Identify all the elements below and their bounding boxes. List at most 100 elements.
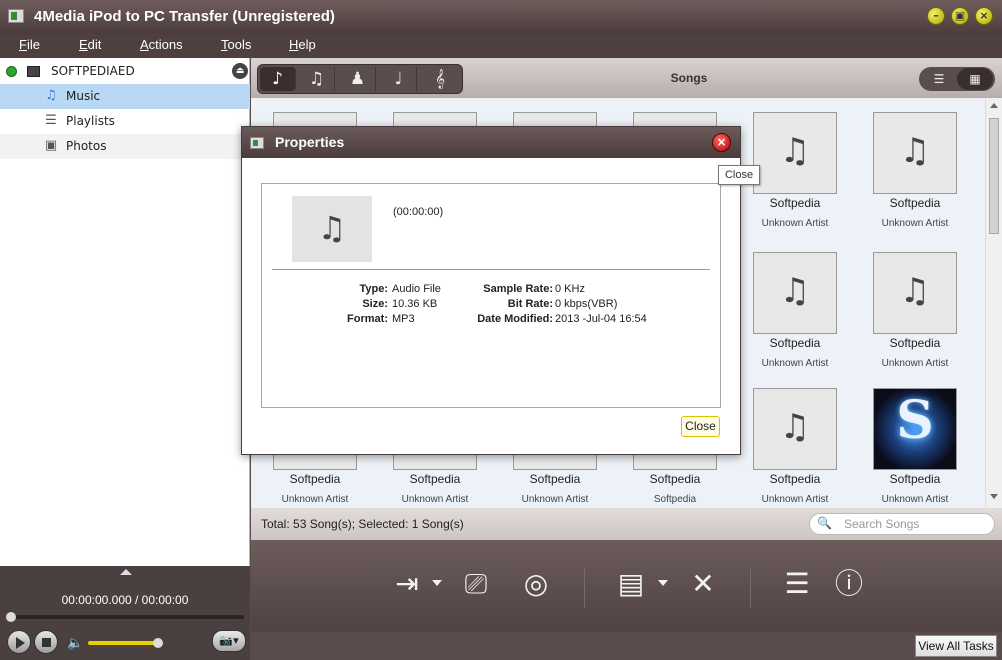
- title-bar: 4Media iPod to PC Transfer (Unregistered…: [0, 0, 1002, 34]
- app-icon: [8, 9, 24, 23]
- sidebar-item-label: Music: [66, 89, 101, 103]
- add-to-playlist-icon[interactable]: ☰: [777, 564, 817, 604]
- song-artwork: S: [873, 388, 957, 470]
- search-input[interactable]: [844, 516, 984, 532]
- sidebar-item-label: Playlists: [66, 114, 115, 128]
- music-note-icon: ♫: [899, 131, 931, 171]
- song-artist: Unknown Artist: [761, 218, 829, 229]
- sidebar-item-music[interactable]: ♫ Music: [0, 84, 250, 109]
- stop-button[interactable]: [34, 630, 58, 654]
- scroll-down-icon[interactable]: [990, 494, 998, 499]
- prop-size-label: Size:: [362, 298, 388, 310]
- music-note-icon: ♫: [899, 271, 931, 311]
- song-info-icon[interactable]: ⓘ: [829, 564, 869, 604]
- minimize-button[interactable]: –: [927, 7, 945, 25]
- song-title: Softpedia: [889, 472, 941, 486]
- status-text: Total: 53 Song(s); Selected: 1 Song(s): [261, 517, 464, 531]
- song-artist: Unknown Artist: [881, 358, 949, 369]
- export-to-pc-icon[interactable]: ⇥: [387, 564, 427, 604]
- device-name: SOFTPEDIAED: [51, 64, 135, 78]
- song-title: Softpedia: [769, 196, 821, 210]
- camera-icon: 📷▾: [219, 634, 239, 647]
- song-tile[interactable]: ♫ Softpedia Unknown Artist: [855, 98, 975, 238]
- song-artist: Unknown Artist: [881, 218, 949, 229]
- add-dropdown-arrow[interactable]: [658, 580, 668, 586]
- snapshot-button[interactable]: 📷▾: [212, 630, 246, 652]
- song-artist: Softpedia: [653, 494, 697, 505]
- export-dropdown-arrow[interactable]: [432, 580, 442, 586]
- song-artwork: ♫: [753, 388, 837, 470]
- export-to-device-icon[interactable]: ⎚: [456, 564, 496, 604]
- device-status-icon: [6, 66, 17, 77]
- song-title: Softpedia: [289, 472, 341, 486]
- maximize-button[interactable]: ▣: [951, 7, 969, 25]
- device-tree: SOFTPEDIAED ⏏ ♫ Music ☰ Playlists ▣ Phot…: [0, 58, 250, 566]
- menu-edit[interactable]: Edit: [79, 37, 101, 52]
- grid-view-icon[interactable]: ▦: [957, 68, 993, 90]
- sidebar-item-photos[interactable]: ▣ Photos: [0, 134, 250, 159]
- sidebar-item-playlists[interactable]: ☰ Playlists: [0, 109, 250, 134]
- vertical-scrollbar[interactable]: [985, 98, 1002, 508]
- view-all-tasks-button[interactable]: View All Tasks: [915, 635, 997, 657]
- tree-device[interactable]: SOFTPEDIAED ⏏: [0, 59, 250, 84]
- music-note-icon: ♫: [779, 131, 811, 171]
- volume-handle[interactable]: [153, 638, 164, 648]
- playlist-icon: ☰: [45, 113, 57, 128]
- song-tile[interactable]: ♫ Softpedia Unknown Artist: [855, 238, 975, 378]
- volume-slider[interactable]: [88, 638, 164, 648]
- dialog-title-bar: Properties ×: [242, 127, 740, 158]
- classical-category-icon[interactable]: 𝄞: [422, 67, 458, 91]
- toolbar-divider: [584, 568, 585, 608]
- menu-help[interactable]: Help: [289, 37, 316, 52]
- menu-file[interactable]: File: [19, 37, 40, 52]
- prop-bit-rate-value: 0 kbps(VBR): [555, 298, 618, 310]
- volume-fill: [88, 641, 159, 645]
- video-category-icon[interactable]: ♫: [299, 67, 335, 91]
- rock-category-icon[interactable]: ♩: [381, 67, 417, 91]
- delete-icon[interactable]: ✕: [683, 564, 723, 604]
- song-artist: Unknown Artist: [401, 494, 469, 505]
- menu-tools[interactable]: Tools: [221, 37, 251, 52]
- close-window-button[interactable]: ×: [975, 7, 993, 25]
- song-artwork: ♫: [753, 112, 837, 194]
- prop-date-modified-label: Date Modified:: [477, 313, 553, 325]
- song-tile[interactable]: S Softpedia Unknown Artist: [855, 374, 975, 508]
- list-view-icon[interactable]: ☰: [921, 68, 957, 90]
- properties-dialog: Properties × ♫ (00:00:00) Type: Audio Fi…: [241, 126, 741, 455]
- menu-bar: File Edit Actions Tools Help: [0, 34, 1002, 58]
- seek-slider[interactable]: [6, 612, 244, 622]
- dialog-close-icon[interactable]: ×: [712, 133, 731, 152]
- search-box: 🔍: [809, 513, 995, 535]
- menu-actions[interactable]: Actions: [140, 37, 183, 52]
- prop-sample-rate-label: Sample Rate:: [483, 283, 553, 295]
- song-tile[interactable]: ♫ Softpedia Unknown Artist: [735, 238, 855, 378]
- podcast-category-icon[interactable]: ♟: [340, 67, 376, 91]
- add-file-icon[interactable]: ▤: [611, 564, 651, 604]
- add-to-itunes-icon[interactable]: ◎: [516, 564, 556, 604]
- scroll-up-icon[interactable]: [990, 103, 998, 108]
- window-title: 4Media iPod to PC Transfer (Unregistered…: [34, 8, 335, 25]
- song-title: Softpedia: [769, 472, 821, 486]
- eject-icon[interactable]: ⏏: [232, 63, 248, 79]
- song-title: Softpedia: [649, 472, 701, 486]
- prop-date-modified-value: 2013 -Jul-04 16:54: [555, 313, 647, 325]
- song-title: Softpedia: [529, 472, 581, 486]
- prop-sample-rate-value: 0 KHz: [555, 283, 585, 295]
- prop-type-label: Type:: [359, 283, 388, 295]
- dialog-close-button[interactable]: Close: [681, 416, 720, 437]
- seek-handle[interactable]: [6, 612, 16, 622]
- song-title: Softpedia: [889, 196, 941, 210]
- prop-format-label: Format:: [347, 313, 388, 325]
- status-bar: Total: 53 Song(s); Selected: 1 Song(s) 🔍: [251, 508, 1002, 540]
- collapse-arrow-icon[interactable]: [120, 569, 132, 575]
- song-tile[interactable]: ♫ Softpedia Unknown Artist: [735, 374, 855, 508]
- search-icon: 🔍: [817, 516, 832, 530]
- play-button[interactable]: [7, 630, 31, 654]
- scrollbar-thumb[interactable]: [989, 118, 999, 234]
- music-category-icon[interactable]: ♪: [260, 67, 296, 91]
- music-note-icon: ♫: [317, 209, 347, 247]
- prop-type-value: Audio File: [392, 283, 441, 295]
- music-note-icon: ♫: [45, 88, 57, 103]
- song-title: Softpedia: [409, 472, 461, 486]
- song-artist: Unknown Artist: [521, 494, 589, 505]
